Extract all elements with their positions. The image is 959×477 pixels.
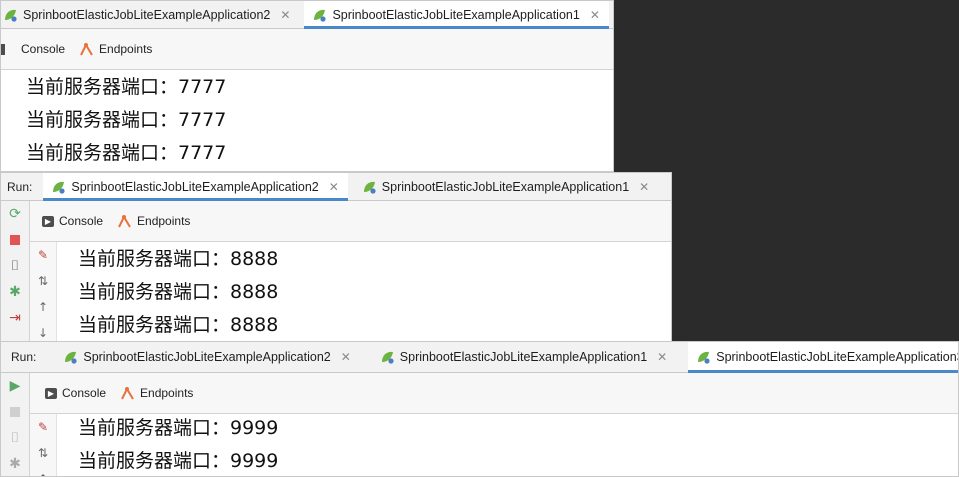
output-line: 当前服务器端口：9999 bbox=[78, 417, 279, 439]
spring-leaf-icon bbox=[363, 181, 376, 194]
spring-leaf-icon bbox=[65, 351, 77, 364]
bug-icon[interactable]: ✱ bbox=[1, 451, 29, 476]
output-line: 当前服务器端口：7777 bbox=[26, 142, 227, 164]
tab-endpoints[interactable]: Endpoints bbox=[120, 386, 193, 400]
tab-app2[interactable]: SprinbootElasticJobLiteExampleApplicatio… bbox=[43, 173, 349, 201]
stop-icon[interactable] bbox=[1, 399, 29, 425]
output-line: 当前服务器端口：8888 bbox=[78, 281, 279, 303]
run-window-3: Run: SprinbootElasticJobLiteExampleAppli… bbox=[0, 341, 959, 477]
spring-leaf-icon bbox=[381, 351, 394, 364]
sub-tab-label: Console bbox=[59, 214, 104, 228]
tab-label: SprinbootElasticJobLiteExampleApplicatio… bbox=[23, 7, 271, 22]
console-icon: ▶ bbox=[45, 387, 57, 399]
output-line: 当前服务器端口：9999 bbox=[78, 450, 279, 472]
output-line: 当前服务器端口：8888 bbox=[78, 314, 279, 336]
tab-label: SprinbootElasticJobLiteExampleApplicatio… bbox=[399, 350, 648, 364]
endpoints-icon bbox=[80, 42, 93, 56]
sub-tab-label: Endpoints bbox=[140, 386, 194, 400]
tab-label: SprinbootElasticJobLiteExampleApplicatio… bbox=[716, 350, 959, 364]
sub-tab-label: Console bbox=[62, 386, 107, 400]
output-line: 当前服务器端口：7777 bbox=[26, 109, 227, 131]
spring-leaf-icon bbox=[5, 9, 17, 22]
tab-console[interactable]: Console bbox=[21, 42, 65, 56]
arrow-up-icon[interactable]: ↑ bbox=[30, 294, 56, 320]
tab-label: SprinbootElasticJobLiteExampleApplicatio… bbox=[83, 350, 331, 364]
tab-app1[interactable]: SprinbootElasticJobLiteExampleApplicatio… bbox=[304, 1, 610, 29]
close-icon[interactable]: ✕ bbox=[590, 8, 600, 22]
clear-icon[interactable]: ✎ bbox=[30, 242, 56, 268]
tab-app1[interactable]: SprinbootElasticJobLiteExampleApplicatio… bbox=[372, 342, 676, 372]
tab-label: SprinbootElasticJobLiteExampleApplicatio… bbox=[332, 7, 580, 22]
run-label: Run: bbox=[7, 179, 33, 194]
console-icon: ▶ bbox=[42, 215, 54, 227]
console-icon bbox=[1, 43, 5, 55]
exit-icon[interactable]: ⇥ bbox=[1, 305, 29, 331]
tab-app1[interactable]: SprinbootElasticJobLiteExampleApplicatio… bbox=[354, 173, 658, 200]
sort-icon[interactable]: ⇅ bbox=[30, 268, 56, 294]
run-window-1: SprinbootElasticJobLiteExampleApplicatio… bbox=[0, 0, 614, 172]
console-side-gutter: ✎ ⇅ ↑ ↓ bbox=[30, 242, 57, 343]
spring-leaf-icon bbox=[53, 181, 65, 194]
run-tabbar: Run: SprinbootElasticJobLiteExampleAppli… bbox=[1, 342, 958, 373]
clear-icon[interactable]: ✎ bbox=[30, 414, 56, 440]
tab-console[interactable]: ▶ Console bbox=[45, 386, 106, 400]
console-output: 当前服务器端口：9999 当前服务器端口：9999 bbox=[78, 412, 958, 476]
tab-label: SprinbootElasticJobLiteExampleApplicatio… bbox=[381, 179, 630, 194]
close-icon[interactable]: ✕ bbox=[329, 180, 339, 194]
arrow-up-icon[interactable]: ↑ bbox=[30, 466, 56, 476]
sub-tab-label: Console bbox=[21, 42, 66, 56]
run-actions-gutter: ⟳ ⌷ ✱ ⇥ bbox=[1, 201, 30, 343]
stop-icon[interactable] bbox=[1, 227, 29, 253]
camera-icon[interactable]: ⌷ bbox=[1, 425, 29, 451]
run-actions-gutter: ▶ ⌷ ✱ bbox=[1, 373, 30, 476]
console-output: 当前服务器端口：8888 当前服务器端口：8888 当前服务器端口：8888 bbox=[78, 243, 671, 343]
run-tabbar: Run: SprinbootElasticJobLiteExampleAppli… bbox=[1, 173, 671, 201]
run-icon[interactable]: ▶ bbox=[1, 373, 29, 399]
close-icon[interactable]: ✕ bbox=[657, 350, 667, 364]
console-side-gutter: ✎ ⇅ ↑ bbox=[30, 414, 57, 476]
close-icon[interactable]: ✕ bbox=[280, 8, 290, 22]
console-toolbar: ▶ Console Endpoints bbox=[30, 373, 958, 414]
run-tabbar: SprinbootElasticJobLiteExampleApplicatio… bbox=[1, 1, 613, 29]
sub-tab-label: Endpoints bbox=[137, 214, 191, 228]
output-line: 当前服务器端口：7777 bbox=[26, 76, 227, 98]
tab-app3[interactable]: SprinbootElasticJobLiteExampleApplicatio… bbox=[688, 342, 959, 373]
endpoints-icon bbox=[121, 386, 134, 400]
run-label: Run: bbox=[11, 350, 37, 364]
spring-leaf-icon bbox=[698, 351, 710, 364]
console-output: 当前服务器端口：7777 当前服务器端口：7777 当前服务器端口：7777 bbox=[26, 71, 613, 171]
sub-tab-label: Endpoints bbox=[99, 42, 153, 56]
rerun-icon[interactable]: ⟳ bbox=[1, 201, 29, 227]
tab-app2[interactable]: SprinbootElasticJobLiteExampleApplicatio… bbox=[55, 342, 359, 372]
close-icon[interactable]: ✕ bbox=[639, 180, 649, 194]
sort-icon[interactable]: ⇅ bbox=[30, 440, 56, 466]
console-toolbar: ▶ Console Endpoints bbox=[30, 201, 671, 242]
endpoints-icon bbox=[118, 214, 131, 228]
spring-leaf-icon bbox=[314, 9, 327, 22]
tab-app2[interactable]: SprinbootElasticJobLiteExampleApplicatio… bbox=[1, 1, 299, 28]
camera-icon[interactable]: ⌷ bbox=[1, 253, 29, 279]
output-line: 当前服务器端口：8888 bbox=[78, 248, 279, 270]
tab-endpoints[interactable]: Endpoints bbox=[117, 214, 190, 228]
run-window-2: Run: SprinbootElasticJobLiteExampleAppli… bbox=[0, 172, 672, 344]
tab-label: SprinbootElasticJobLiteExampleApplicatio… bbox=[71, 179, 319, 194]
tab-endpoints[interactable]: Endpoints bbox=[79, 42, 152, 56]
tab-console[interactable]: ▶ Console bbox=[42, 214, 103, 228]
close-icon[interactable]: ✕ bbox=[341, 350, 351, 364]
console-toolbar: Console Endpoints bbox=[1, 29, 613, 70]
bug-icon[interactable]: ✱ bbox=[1, 279, 29, 305]
